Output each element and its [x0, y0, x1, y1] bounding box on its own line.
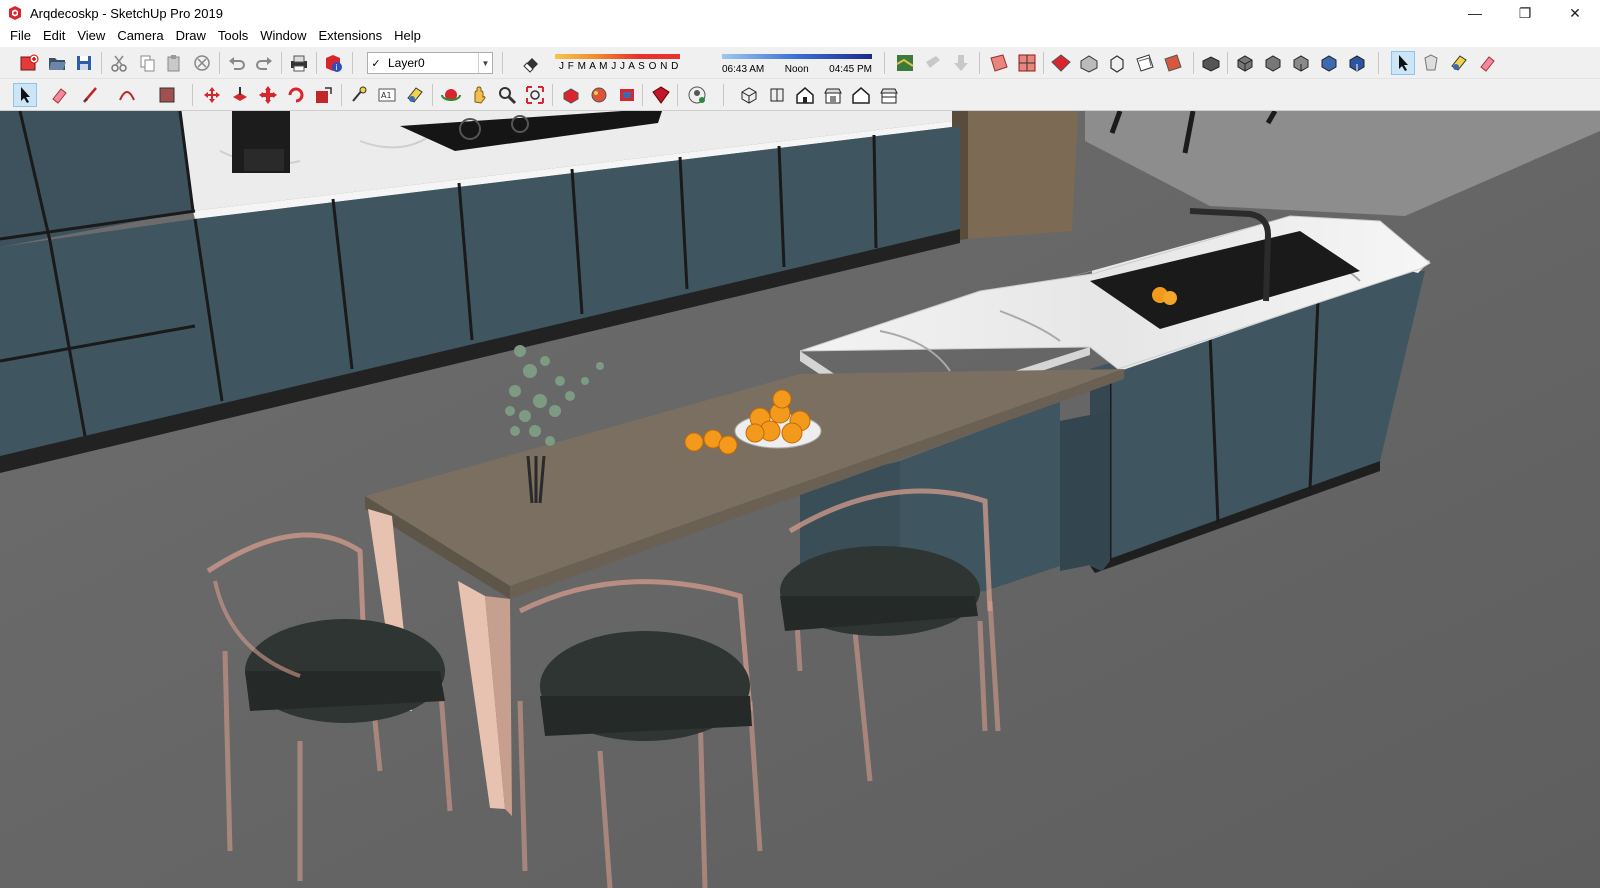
line-tool-icon[interactable] — [80, 84, 102, 106]
right-view-icon[interactable] — [1318, 52, 1340, 74]
title-bar: Arqdecoskp - SketchUp Pro 2019 — ❐ ✕ — [0, 0, 1600, 26]
front-view-icon[interactable] — [1290, 52, 1312, 74]
section-plane-icon[interactable] — [988, 52, 1010, 74]
paint-icon[interactable] — [1420, 52, 1442, 74]
window-title: Arqdecoskp - SketchUp Pro 2019 — [30, 5, 223, 21]
materials-tool-icon[interactable] — [588, 84, 610, 106]
minimize-button[interactable]: — — [1450, 0, 1500, 26]
warehouse-icon[interactable] — [894, 52, 916, 74]
orange — [1163, 291, 1177, 305]
save-icon[interactable] — [73, 52, 95, 74]
hidden-line-icon[interactable] — [1134, 52, 1156, 74]
paint-bucket-icon[interactable] — [404, 84, 426, 106]
scene-render — [0, 111, 1600, 888]
push-pull-icon[interactable] — [229, 84, 251, 106]
time-end: 04:45 PM — [829, 64, 872, 75]
top-view-icon[interactable] — [1262, 52, 1284, 74]
svg-text:A1: A1 — [381, 91, 392, 100]
time-labels: 06:43 AM Noon 04:45 PM — [722, 64, 872, 75]
menu-view[interactable]: View — [71, 26, 111, 46]
materials-icon[interactable] — [1448, 52, 1470, 74]
back-camera-icon[interactable] — [850, 84, 872, 106]
menu-camera[interactable]: Camera — [111, 26, 169, 46]
time-start: 06:43 AM — [722, 64, 765, 75]
eraser-tool-icon[interactable] — [48, 84, 70, 106]
warehouse-gem-icon[interactable] — [650, 84, 672, 106]
scale-tool-icon[interactable] — [313, 84, 335, 106]
time-noon: Noon — [784, 64, 809, 75]
menu-bar: File Edit View Camera Draw Tools Window … — [0, 26, 1600, 46]
right-camera-icon[interactable] — [822, 84, 844, 106]
arc-tool-icon[interactable] — [116, 84, 138, 106]
menu-draw[interactable]: Draw — [170, 26, 212, 46]
month-labels: J F M A M J J A S O N D — [559, 61, 679, 72]
shaded-icon[interactable] — [1162, 52, 1184, 74]
layer-dropdown[interactable]: ✓ Layer0 ▼ — [367, 52, 493, 74]
rotate-tool-icon[interactable] — [257, 84, 279, 106]
menu-tools[interactable]: Tools — [212, 26, 254, 46]
left-camera-icon[interactable] — [878, 84, 900, 106]
close-button[interactable]: ✕ — [1550, 0, 1600, 26]
zoom-tool-icon[interactable] — [496, 84, 518, 106]
undo-icon[interactable] — [226, 52, 248, 74]
top-camera-icon[interactable] — [766, 84, 788, 106]
chevron-down-icon[interactable]: ▼ — [478, 53, 492, 73]
front-camera-icon[interactable] — [794, 84, 816, 106]
model-viewport[interactable] — [0, 111, 1600, 888]
move-tool-icon[interactable] — [201, 84, 223, 106]
menu-file[interactable]: File — [4, 26, 37, 46]
time-slider[interactable] — [722, 54, 872, 59]
layer-dropdown-value: Layer0 — [388, 56, 425, 70]
xray-icon[interactable] — [1050, 52, 1072, 74]
select-tool-icon[interactable] — [13, 83, 37, 107]
iso-camera-icon[interactable] — [738, 84, 760, 106]
window-controls: — ❐ ✕ — [1450, 0, 1600, 26]
menu-edit[interactable]: Edit — [37, 26, 71, 46]
menu-extensions[interactable]: Extensions — [313, 26, 389, 46]
back-view-icon[interactable] — [1346, 52, 1368, 74]
share-component-icon[interactable] — [950, 52, 972, 74]
layer-visible-check: ✓ — [371, 57, 381, 70]
tape-measure-icon[interactable] — [348, 84, 370, 106]
components-icon[interactable] — [560, 84, 582, 106]
paste-icon[interactable] — [163, 52, 185, 74]
menu-help[interactable]: Help — [388, 26, 427, 46]
shaded-textures-icon[interactable] — [1200, 52, 1222, 74]
cut-icon[interactable] — [108, 52, 130, 74]
text-tool-icon[interactable]: A1 — [376, 84, 398, 106]
zoom-extents-icon[interactable] — [524, 84, 546, 106]
eraser-icon[interactable] — [1476, 52, 1498, 74]
shadow-settings: J F M A M J J A S O N D 06:43 AM Noon 04… — [552, 50, 872, 76]
erase-icon[interactable] — [191, 52, 213, 74]
date-slider[interactable] — [555, 54, 680, 59]
styles-icon[interactable] — [616, 84, 638, 106]
follow-me-icon[interactable] — [285, 84, 307, 106]
standard-toolbar: i ✓ Layer0 ▼ J F M A M J J A S O N D 06:… — [0, 47, 1600, 79]
drawing-toolbar: A1 — [0, 79, 1600, 111]
rectangle-tool-icon[interactable] — [156, 84, 178, 106]
get-models-icon[interactable] — [18, 52, 40, 74]
copy-icon[interactable] — [136, 52, 158, 74]
menu-window[interactable]: Window — [254, 26, 312, 46]
open-icon[interactable] — [46, 52, 68, 74]
iso-view-icon[interactable] — [1234, 52, 1256, 74]
section-display-icon[interactable] — [1016, 52, 1038, 74]
layer-eraser-icon[interactable] — [520, 52, 542, 74]
redo-icon[interactable] — [253, 52, 275, 74]
pan-tool-icon[interactable] — [468, 84, 490, 106]
model-info-icon[interactable]: i — [322, 52, 344, 74]
select-icon[interactable] — [1391, 51, 1415, 75]
column-panel — [968, 111, 1078, 239]
account-icon[interactable] — [686, 84, 708, 106]
extension-warehouse-icon[interactable] — [922, 52, 944, 74]
sketchup-logo-icon — [9, 6, 21, 20]
svg-text:i: i — [335, 63, 337, 72]
print-icon[interactable] — [288, 52, 310, 74]
back-edges-icon[interactable] — [1078, 52, 1100, 74]
wireframe-icon[interactable] — [1106, 52, 1128, 74]
restore-button[interactable]: ❐ — [1500, 0, 1550, 26]
orbit-tool-icon[interactable] — [440, 84, 462, 106]
